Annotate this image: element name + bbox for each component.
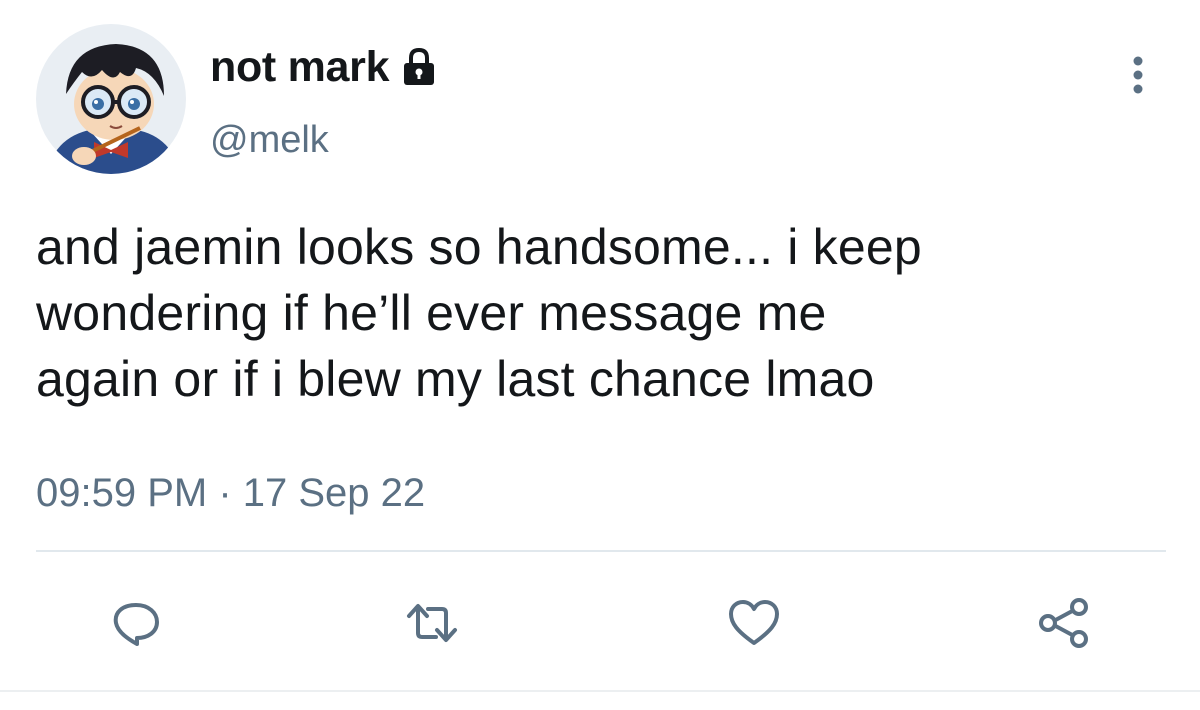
tweet-text: and jaemin looks so handsome... i keep w… (36, 219, 922, 407)
share-button[interactable] (1036, 595, 1092, 651)
share-icon (1039, 598, 1088, 648)
author-name-row: not mark (210, 42, 441, 92)
divider (36, 550, 1166, 552)
bottom-divider (0, 690, 1200, 692)
avatar-image (36, 24, 186, 174)
retweet-icon (407, 604, 457, 642)
reply-button[interactable] (108, 595, 164, 651)
more-vertical-icon (1133, 56, 1143, 94)
retweet-button[interactable] (404, 595, 460, 651)
tweet-card: not mark @melk and jaemin looks so hands… (0, 0, 1200, 710)
handle[interactable]: @melk (210, 118, 329, 162)
lock-icon (397, 45, 441, 89)
display-name[interactable]: not mark (210, 42, 390, 92)
heart-icon (729, 600, 779, 645)
more-options-button[interactable] (1118, 50, 1158, 100)
reply-icon (113, 603, 159, 646)
avatar[interactable] (36, 24, 186, 174)
like-button[interactable] (726, 595, 782, 651)
timestamp[interactable]: 09:59 PM · 17 Sep 22 (36, 470, 425, 516)
